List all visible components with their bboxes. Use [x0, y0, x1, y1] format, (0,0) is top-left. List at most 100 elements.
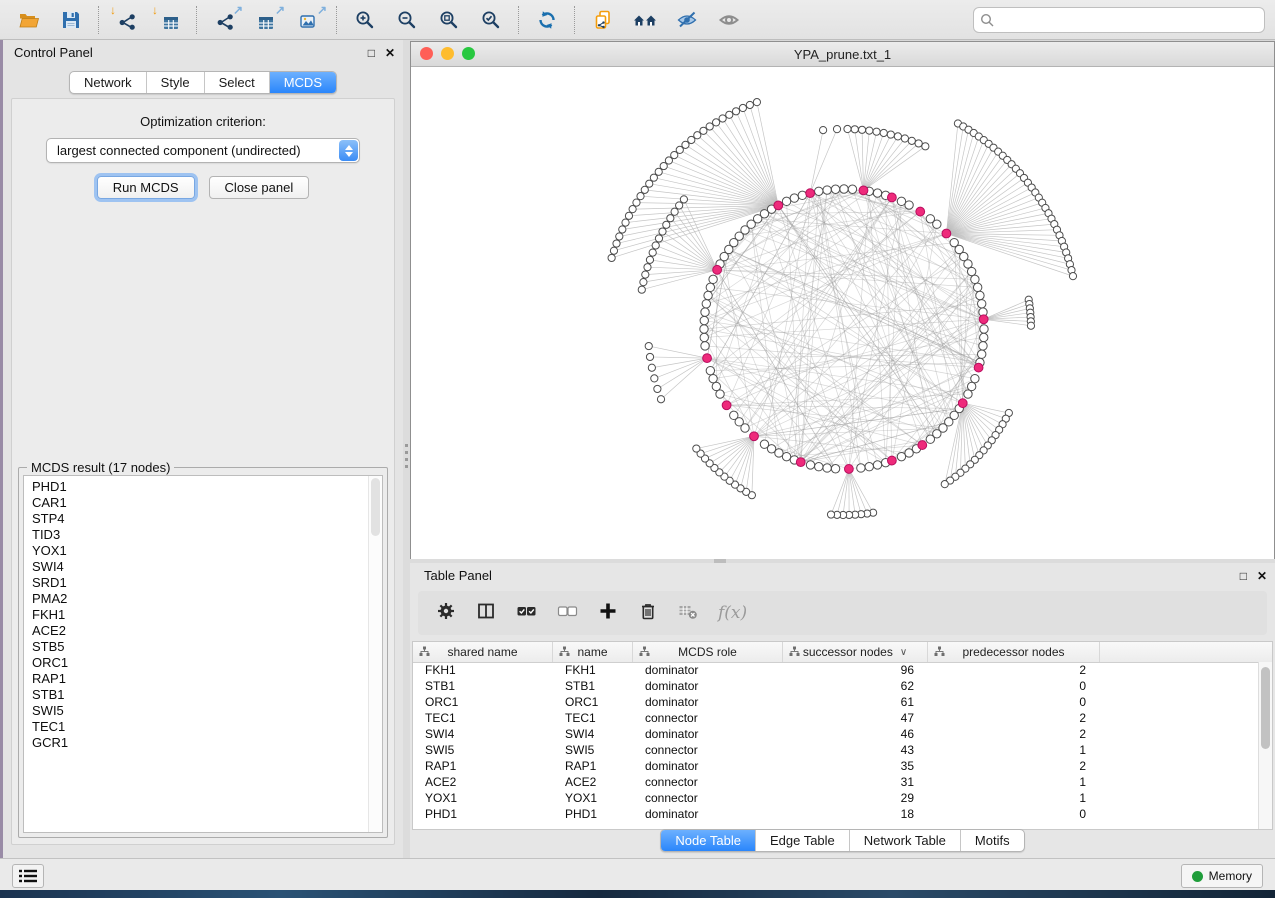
result-item[interactable]: SWI5 [32, 703, 382, 719]
table-row[interactable]: ORC1ORC1dominator610 [413, 694, 1259, 710]
result-item[interactable]: ORC1 [32, 655, 382, 671]
close-panel-button[interactable]: Close panel [209, 176, 310, 199]
memory-button[interactable]: Memory [1181, 864, 1263, 888]
network-graph[interactable] [411, 67, 1274, 559]
network-view-window: YPA_prune.txt_1 [410, 41, 1275, 559]
column-type-icon [789, 646, 800, 660]
float-panel-icon[interactable]: □ [1240, 563, 1247, 589]
zoom-in-icon[interactable] [344, 4, 386, 36]
table-row[interactable]: SWI4SWI4dominator462 [413, 726, 1259, 742]
column-type-icon [639, 646, 650, 660]
criterion-dropdown-value: largest connected component (undirected) [47, 139, 359, 162]
zoom-fit-icon[interactable] [428, 4, 470, 36]
zoom-selected-icon[interactable] [470, 4, 512, 36]
table-row[interactable]: SWI5SWI5connector431 [413, 742, 1259, 758]
criterion-dropdown[interactable]: largest connected component (undirected) [46, 138, 360, 163]
vertical-splitter[interactable] [403, 40, 410, 858]
table-row[interactable]: ACE2ACE2connector311 [413, 774, 1259, 790]
tab-node-table[interactable]: Node Table [661, 830, 756, 851]
table-row[interactable]: FKH1FKH1dominator962 [413, 662, 1259, 678]
save-session-icon[interactable] [50, 4, 92, 36]
column-header-shared-name[interactable]: shared name [413, 642, 553, 662]
import-table-icon[interactable]: ↓ [148, 4, 190, 36]
table-row[interactable]: STB1STB1dominator620 [413, 678, 1259, 694]
result-item[interactable]: PHD1 [32, 479, 382, 495]
minimize-window-icon[interactable] [441, 47, 454, 60]
result-item[interactable]: FKH1 [32, 607, 382, 623]
mcds-result-group: MCDS result (17 nodes) PHD1CAR1STP4TID3Y… [18, 467, 388, 838]
network-canvas[interactable] [411, 67, 1274, 559]
split-view-icon[interactable] [476, 601, 496, 626]
result-item[interactable]: PMA2 [32, 591, 382, 607]
delete-table-icon[interactable] [678, 601, 698, 626]
close-panel-icon[interactable]: ✕ [385, 40, 395, 66]
result-item[interactable]: STB1 [32, 687, 382, 703]
search-icon [980, 13, 994, 27]
down-arrow-icon: ↓ [152, 4, 158, 16]
result-item[interactable]: STP4 [32, 511, 382, 527]
table-row[interactable]: YOX1YOX1connector291 [413, 790, 1259, 806]
run-mcds-button[interactable]: Run MCDS [97, 176, 195, 199]
export-image-icon[interactable]: ↗ [288, 4, 330, 36]
network-window-title: YPA_prune.txt_1 [794, 47, 891, 62]
main-toolbar: ↓ ↓ ↗ ↗ ↗ [0, 0, 1275, 40]
tab-style[interactable]: Style [147, 72, 205, 93]
zoom-out-icon[interactable] [386, 4, 428, 36]
close-window-icon[interactable] [420, 47, 433, 60]
column-header-name[interactable]: name [553, 642, 633, 662]
column-header-successor-nodes[interactable]: successor nodes∨ [783, 642, 928, 662]
tab-mcds[interactable]: MCDS [270, 72, 336, 93]
search-input[interactable] [994, 9, 1264, 31]
table-scrollbar[interactable] [1258, 662, 1272, 829]
export-table-icon[interactable]: ↗ [246, 4, 288, 36]
control-panel-title: Control Panel [14, 45, 93, 60]
table-panel-title: Table Panel [424, 568, 492, 583]
table-row[interactable]: PHD1PHD1dominator180 [413, 806, 1259, 822]
result-item[interactable]: CAR1 [32, 495, 382, 511]
maximize-window-icon[interactable] [462, 47, 475, 60]
export-network-icon[interactable]: ↗ [204, 4, 246, 36]
add-column-icon[interactable] [598, 601, 618, 626]
result-item[interactable]: YOX1 [32, 543, 382, 559]
table-row[interactable]: TEC1TEC1connector472 [413, 710, 1259, 726]
mcds-list-scrollbar[interactable] [368, 476, 382, 832]
settings-icon[interactable] [436, 601, 456, 626]
show-all-icon[interactable] [708, 4, 750, 36]
deselect-all-icon[interactable] [557, 601, 578, 626]
column-header-predecessor-nodes[interactable]: predecessor nodes [928, 642, 1100, 662]
tab-edge-table[interactable]: Edge Table [756, 830, 850, 851]
result-item[interactable]: SWI4 [32, 559, 382, 575]
column-header-mcds-role[interactable]: MCDS role [633, 642, 783, 662]
result-item[interactable]: TID3 [32, 527, 382, 543]
desktop-wallpaper-bottom [0, 890, 1275, 898]
refresh-icon[interactable] [526, 4, 568, 36]
float-panel-icon[interactable]: □ [368, 40, 375, 66]
tab-motifs[interactable]: Motifs [961, 830, 1024, 851]
result-item[interactable]: GCR1 [32, 735, 382, 751]
task-history-button[interactable] [12, 864, 44, 888]
table-row[interactable]: RAP1RAP1dominator352 [413, 758, 1259, 774]
close-panel-icon[interactable]: ✕ [1257, 563, 1267, 589]
sort-indicator: ∨ [900, 647, 907, 658]
result-item[interactable]: SRD1 [32, 575, 382, 591]
result-item[interactable]: STB5 [32, 639, 382, 655]
delete-column-icon[interactable] [638, 601, 658, 626]
import-network-icon[interactable]: ↓ [106, 4, 148, 36]
toolbar-separator [196, 6, 198, 34]
function-builder-icon[interactable]: f(x) [718, 603, 747, 623]
tab-select[interactable]: Select [205, 72, 270, 93]
search-field[interactable] [973, 7, 1265, 33]
select-all-icon[interactable] [516, 601, 537, 626]
open-file-icon[interactable] [8, 4, 50, 36]
tab-network[interactable]: Network [70, 72, 147, 93]
result-item[interactable]: RAP1 [32, 671, 382, 687]
result-item[interactable]: TEC1 [32, 719, 382, 735]
down-arrow-icon: ↓ [110, 4, 116, 16]
tab-network-table[interactable]: Network Table [850, 830, 961, 851]
first-neighbors-icon[interactable] [624, 4, 666, 36]
hide-selected-icon[interactable] [666, 4, 708, 36]
result-item[interactable]: ACE2 [32, 623, 382, 639]
column-type-icon [559, 646, 570, 660]
table-panel-header: Table Panel □ ✕ [410, 563, 1275, 589]
copy-network-icon[interactable] [582, 4, 624, 36]
